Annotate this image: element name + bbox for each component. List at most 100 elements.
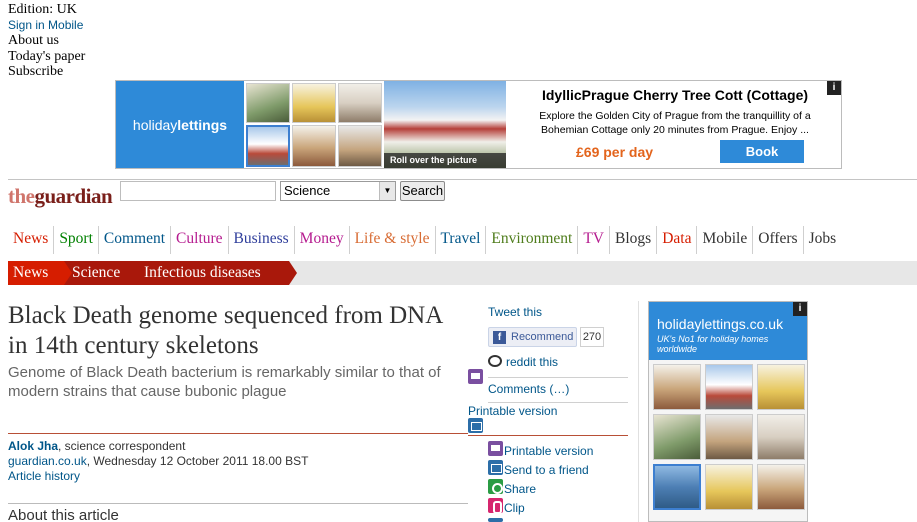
ad-main-photo[interactable]: Roll over the picture: [384, 81, 506, 168]
tool-label: Share: [504, 482, 537, 496]
search-button[interactable]: Search: [400, 181, 445, 201]
logo-guardian: guardian: [34, 184, 113, 208]
nav-item-business[interactable]: Business: [227, 226, 294, 254]
ad-price: £69 per day: [576, 144, 654, 160]
ad-thumbnail[interactable]: [338, 83, 382, 123]
facebook-recommend-button[interactable]: f Recommend: [488, 327, 577, 347]
byline: Alok Jha, science correspondent guardian…: [8, 439, 308, 484]
share-icon: [488, 479, 503, 494]
logo-the: the: [8, 184, 35, 208]
ad-thumbnail[interactable]: [292, 125, 336, 167]
ad-thumbnail[interactable]: [705, 414, 753, 460]
tools-divider: [468, 435, 628, 436]
byline-divider: [8, 503, 468, 504]
guardian-logo[interactable]: theguardian: [8, 184, 113, 209]
author-link[interactable]: Alok Jha: [8, 439, 58, 453]
section-nav: News Sport Comment Culture Business Money Life…: [8, 226, 841, 254]
reddit-label: reddit this: [506, 355, 559, 369]
tweet-link[interactable]: Tweet this: [488, 305, 542, 319]
nav-item-news[interactable]: News: [8, 226, 53, 254]
nav-item-sport[interactable]: Sport: [53, 226, 98, 254]
nav-item-comment[interactable]: Comment: [97, 226, 170, 254]
printable-version-link-top[interactable]: Printable version: [468, 404, 557, 418]
email-icon[interactable]: [488, 518, 503, 522]
ad-thumbnail[interactable]: [705, 364, 753, 410]
about-us-link[interactable]: About us: [8, 33, 85, 49]
top-meta: Edition: UK Sign in Mobile About us Toda…: [8, 2, 85, 80]
clip-icon: [488, 498, 503, 514]
side-banner-ad[interactable]: holidaylettings.co.uk UK's No1 for holid…: [648, 301, 808, 522]
standfirst-divider: [8, 433, 468, 434]
print-icon: [488, 441, 503, 456]
breadcrumb: News Science Infectious diseases: [8, 261, 297, 285]
tool-label: Printable version: [504, 444, 594, 458]
ad-brand-logo[interactable]: holiday lettings: [116, 81, 244, 168]
print-icon[interactable]: [468, 369, 483, 384]
ad-thumbnail[interactable]: [705, 464, 753, 510]
ad-description: Explore the Golden City of Prague from t…: [539, 110, 811, 136]
ad-thumbnail-selected[interactable]: [246, 125, 290, 167]
side-ad-brand: holidaylettings.co.uk: [657, 316, 784, 332]
todays-paper-link[interactable]: Today's paper: [8, 49, 85, 65]
ad-thumbnail[interactable]: [246, 83, 290, 123]
sign-in-link[interactable]: Sign in Mobile: [8, 18, 85, 34]
email-icon[interactable]: [468, 418, 483, 433]
nav-item-culture[interactable]: Culture: [170, 226, 228, 254]
share-divider: [488, 377, 628, 378]
breadcrumb-label: News: [13, 264, 49, 281]
subscribe-link[interactable]: Subscribe: [8, 64, 85, 80]
nav-item-travel[interactable]: Travel: [434, 226, 486, 254]
publish-date: , Wednesday 12 October 2011 18.00 BST: [86, 454, 309, 468]
about-this-article-heading: About this article: [8, 507, 119, 522]
breadcrumb-label: Science: [72, 264, 121, 281]
nav-item-mobile[interactable]: Mobile: [696, 226, 752, 254]
header-divider: [8, 179, 917, 180]
breadcrumb-label: Infectious diseases: [144, 264, 261, 281]
ad-thumbnail[interactable]: [757, 414, 805, 460]
ad-book-button[interactable]: Book: [720, 140, 804, 163]
breadcrumb-item-science[interactable]: Science: [64, 261, 144, 285]
top-banner-ad[interactable]: holiday lettings Roll over the picture Id…: [115, 80, 842, 169]
side-ad-thumbnail-grid: [653, 364, 807, 510]
nav-item-tv[interactable]: TV: [577, 226, 609, 254]
nav-item-life-style[interactable]: Life & style: [348, 226, 435, 254]
ad-brand-suffix: lettings: [177, 116, 228, 133]
breadcrumb-item-infectious-diseases[interactable]: Infectious diseases: [136, 261, 297, 285]
ad-thumbnail[interactable]: [757, 364, 805, 410]
edition-label: Edition: UK: [8, 2, 77, 17]
article-headline: Black Death genome sequenced from DNA in…: [8, 302, 442, 359]
article-history-link[interactable]: Article history: [8, 469, 308, 484]
search-select-value: Science: [284, 183, 331, 198]
ad-info-icon[interactable]: i: [793, 302, 807, 316]
nav-item-environment[interactable]: Environment: [485, 226, 577, 254]
ad-thumbnail[interactable]: [338, 125, 382, 167]
side-ad-header[interactable]: holidaylettings.co.uk UK's No1 for holid…: [649, 302, 807, 360]
nav-item-offers[interactable]: Offers: [752, 226, 802, 254]
nav-item-blogs[interactable]: Blogs: [609, 226, 656, 254]
chevron-down-icon[interactable]: ▼: [379, 182, 395, 200]
ad-thumbnail[interactable]: [653, 364, 701, 410]
email-icon: [488, 460, 503, 475]
ad-brand-prefix: holiday: [132, 116, 178, 133]
comments-link[interactable]: Comments (…): [488, 382, 569, 396]
ad-thumbnail[interactable]: [292, 83, 336, 123]
ad-info-icon[interactable]: i: [827, 81, 841, 95]
ad-thumbnail-grid: [246, 83, 382, 167]
reddit-icon: [488, 355, 502, 367]
nav-item-jobs[interactable]: Jobs: [802, 226, 842, 254]
ad-thumbnail-selected[interactable]: [653, 464, 701, 510]
facebook-icon: f: [493, 331, 506, 344]
breadcrumb-item-news[interactable]: News: [8, 261, 72, 285]
source-link[interactable]: guardian.co.uk: [8, 454, 87, 468]
reddit-link[interactable]: reddit this: [488, 355, 558, 369]
nav-item-data[interactable]: Data: [656, 226, 696, 254]
ad-title[interactable]: IdyllicPrague Cherry Tree Cott (Cottage): [516, 87, 834, 103]
ad-thumbnail[interactable]: [653, 414, 701, 460]
search-section-select[interactable]: Science ▼: [280, 181, 396, 201]
nav-item-money[interactable]: Money: [293, 226, 349, 254]
article-standfirst: Genome of Black Death bacterium is remar…: [8, 364, 441, 400]
search-input[interactable]: [120, 181, 276, 201]
ad-thumbnail[interactable]: [757, 464, 805, 510]
column-divider: [638, 301, 639, 522]
tool-label: Clip: [504, 501, 525, 515]
